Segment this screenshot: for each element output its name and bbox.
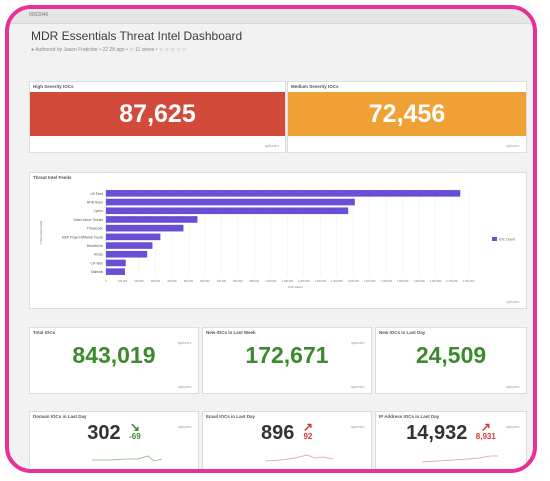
- dashboard-header: MDR Essentials Threat Intel Dashboard ● …: [31, 29, 242, 53]
- splunk-logo: splunk>: [178, 424, 192, 429]
- medium-severity-panel: Medium Severity IOCs 72,456 splunk>: [287, 81, 527, 153]
- x-tick-label: 1,000,000: [265, 279, 277, 283]
- x-tick-label: 1,700,000: [380, 279, 392, 283]
- bar: [106, 268, 125, 275]
- new-iocs-day-panel: New IOCs in Last Day 24,509 splunk>: [375, 327, 527, 394]
- y-tick-label: Sober Active Threats: [73, 218, 103, 222]
- x-tick-label: 1,100,000: [281, 279, 293, 283]
- x-tick-label: 500,000: [184, 279, 194, 283]
- bar: [106, 250, 148, 258]
- total-iocs-value[interactable]: 843,019: [30, 342, 198, 369]
- bar: [106, 242, 153, 249]
- high-severity-value: 87,625: [119, 99, 196, 128]
- splunk-logo: splunk>: [506, 384, 520, 389]
- splunk-logo: splunk>: [506, 299, 520, 304]
- x-tick-label: 1,300,000: [314, 279, 326, 283]
- bar: [106, 207, 349, 215]
- ip-iocs-sparkline: [421, 455, 498, 463]
- y-tick-label: MSP Project Affiliation Feeds: [62, 235, 103, 239]
- threat-intel-feeds-chart[interactable]: 0 100,000 200,000 300,000 400,000 500,000 600,…: [30, 173, 528, 310]
- y-tick-label: Threatcode: [87, 227, 103, 231]
- bar: [106, 198, 355, 206]
- bar: [106, 216, 198, 223]
- splunk-logo: splunk>: [506, 424, 520, 429]
- y-tick-label: Cymru: [94, 209, 104, 213]
- medium-severity-block[interactable]: 72,456: [288, 92, 526, 136]
- x-tick-label: 1,400,000: [331, 279, 343, 283]
- high-severity-panel: High Severity IOCs 87,625 splunk>: [29, 81, 286, 153]
- y-axis-label: Threat Intel Feed: [39, 221, 43, 244]
- new-iocs-week-panel: New IOCs in Last Week 172,671 splunk> sp…: [202, 327, 372, 394]
- x-tick-label: 0: [105, 279, 107, 283]
- total-iocs-title: Total IOCs: [33, 330, 56, 335]
- y-tick-label: US Feed: [90, 192, 103, 196]
- splunk-logo: splunk>: [178, 340, 192, 345]
- domain-iocs-sparkline: [92, 455, 163, 462]
- ip-iocs-panel: IP Address IOCs in Last Day 14,932 ↗ 8,9…: [375, 411, 527, 469]
- x-tick-label: 400,000: [167, 279, 177, 283]
- dashboard-frame: 0002046 MDR Essentials Threat Intel Dash…: [5, 5, 537, 473]
- bar: [106, 190, 461, 197]
- dashboard-title: MDR Essentials Threat Intel Dashboard: [31, 29, 243, 43]
- y-tick-label: RFIB Rules: [87, 201, 104, 205]
- y-tick-label: CIF Web: [90, 261, 103, 265]
- x-tick-label: 1,200,000: [298, 279, 310, 283]
- splunk-logo: splunk>: [351, 384, 365, 389]
- high-severity-title: High Severity IOCs: [33, 84, 74, 89]
- x-tick-label: 700,000: [217, 279, 227, 283]
- x-tick-label: 1,500,000: [347, 279, 359, 283]
- x-tick-label: 2,000,000: [430, 279, 442, 283]
- x-tick-label: 300,000: [151, 279, 161, 283]
- bar: [106, 224, 184, 232]
- splunk-logo: splunk>: [265, 143, 279, 148]
- y-tick-label: Abuse: [94, 253, 103, 257]
- new-iocs-week-title: New IOCs in Last Week: [206, 330, 256, 335]
- splunk-logo: splunk>: [351, 340, 365, 345]
- medium-severity-value: 72,456: [368, 99, 446, 128]
- email-iocs-panel: Email IOCs in Last Day 896 ↗ 92 splunk>: [202, 411, 372, 469]
- high-severity-block[interactable]: 87,625: [30, 92, 285, 136]
- splunk-logo: splunk>: [178, 384, 192, 389]
- x-tick-label: 600,000: [200, 279, 210, 283]
- x-tick-label: 1,900,000: [413, 279, 425, 283]
- new-iocs-week-value[interactable]: 172,671: [203, 342, 371, 369]
- x-tick-label: 2,200,000: [463, 279, 475, 283]
- domain-iocs-panel: Domain IOCs in Last Day 302 ↘ -69 splunk…: [29, 411, 199, 469]
- email-iocs-sparkline: [264, 454, 334, 462]
- y-tick-label: Blocklist.de: [87, 244, 103, 248]
- new-iocs-day-title: New IOCs in Last Day: [379, 330, 426, 335]
- top-bar-text: 0002046: [29, 12, 49, 18]
- splunk-logo: splunk>: [351, 424, 365, 429]
- x-tick-label: 2,100,000: [446, 279, 458, 283]
- legend-swatch: [492, 237, 497, 241]
- y-tick-label: Maltrails: [91, 270, 103, 274]
- threat-intel-feeds-panel: Threat Intel Feeds 0 100,000 200,000 300,00…: [29, 172, 527, 309]
- x-tick-label: 900,000: [250, 279, 260, 283]
- bar: [106, 233, 161, 241]
- x-axis-label: IOC Count: [288, 285, 302, 289]
- new-iocs-day-value[interactable]: 24,509: [376, 342, 526, 369]
- x-tick-label: 800,000: [233, 279, 243, 283]
- legend-label: IOC Count: [499, 238, 515, 242]
- bar: [106, 259, 126, 267]
- medium-severity-title: Medium Severity IOCs: [291, 84, 339, 89]
- x-tick-label: 1,800,000: [397, 279, 409, 283]
- x-tick-label: 1,600,000: [364, 279, 376, 283]
- splunk-logo: splunk>: [506, 143, 520, 148]
- x-tick-label: 100,000: [118, 279, 128, 283]
- dashboard-meta: ● Authored by Jason Fraticher • 22 28 ag…: [31, 47, 187, 53]
- x-tick-label: 200,000: [134, 279, 144, 283]
- top-bar: 0002046: [9, 9, 533, 24]
- total-iocs-panel: Total IOCs 843,019 splunk> splunk>: [29, 327, 199, 394]
